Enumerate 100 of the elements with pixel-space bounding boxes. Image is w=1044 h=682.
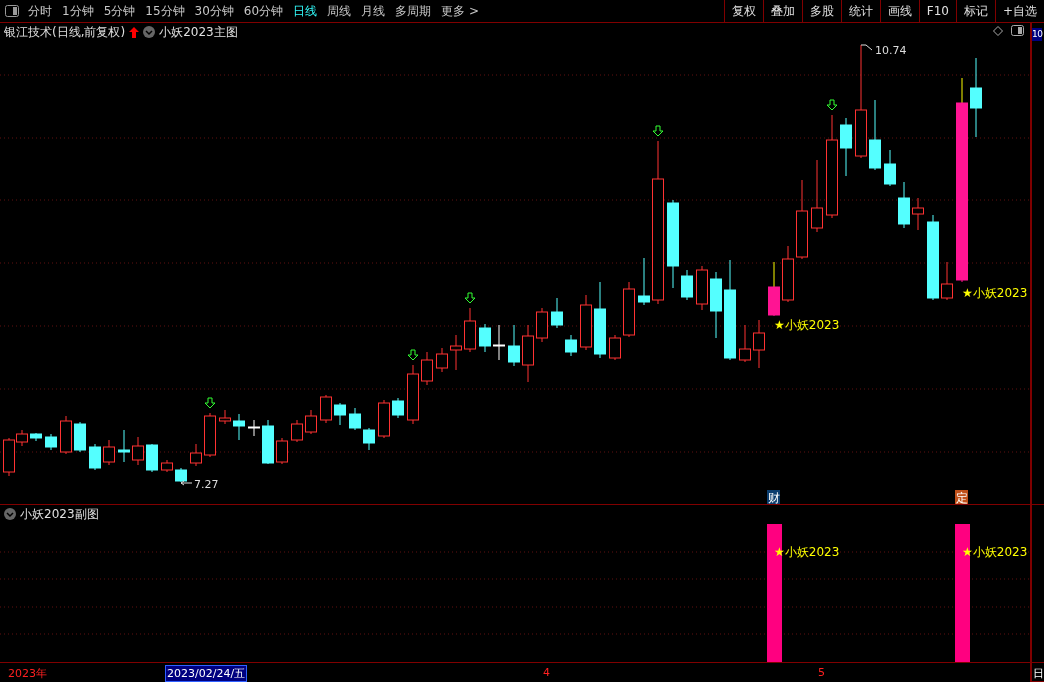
down-arrow-icon xyxy=(826,99,838,111)
panel-toggle-icon[interactable] xyxy=(1011,25,1024,36)
candlestick xyxy=(696,265,708,311)
toolbar-button[interactable]: 复权 xyxy=(723,0,763,22)
candlestick xyxy=(710,271,722,339)
candlestick xyxy=(884,149,896,187)
period-tab[interactable]: 5分钟 xyxy=(98,2,141,20)
candlestick xyxy=(305,409,317,435)
time-axis-label: 2023年 xyxy=(8,666,47,681)
period-tab[interactable]: 更多 > xyxy=(436,2,484,20)
dropdown-icon[interactable] xyxy=(4,508,16,520)
candlestick xyxy=(219,409,231,425)
candlestick xyxy=(898,181,910,229)
candlestick xyxy=(436,347,448,373)
candlestick xyxy=(609,334,621,361)
candlestick xyxy=(464,307,476,353)
candlestick xyxy=(349,407,361,431)
candlestick xyxy=(912,197,924,231)
period-tab[interactable]: 30分钟 xyxy=(189,2,239,20)
low-price-label: 7.27 xyxy=(194,478,219,491)
period-tab[interactable]: 分时 xyxy=(23,2,57,20)
candlestick xyxy=(522,324,534,383)
event-marker[interactable]: 定 xyxy=(955,490,968,504)
down-arrow-icon xyxy=(407,349,419,361)
price-axis-label: 10 xyxy=(1032,28,1043,41)
candlestick xyxy=(941,261,953,301)
period-tab[interactable]: 日线 xyxy=(288,2,323,20)
toolbar-button[interactable]: 叠加 xyxy=(762,0,802,22)
event-marker[interactable]: 财 xyxy=(767,490,780,504)
candlestick xyxy=(378,399,390,439)
time-axis-label: 5 xyxy=(818,666,825,679)
candlestick xyxy=(190,443,202,467)
period-tab[interactable]: 月线 xyxy=(356,2,391,20)
candlestick xyxy=(276,437,288,465)
candlestick xyxy=(869,99,881,171)
candlestick xyxy=(60,415,72,455)
candlestick xyxy=(392,397,404,419)
up-arrow-icon xyxy=(129,26,140,38)
candlestick xyxy=(407,364,419,425)
diamond-icon[interactable] xyxy=(993,25,1003,36)
indicator-name: 小妖2023副图 xyxy=(20,505,99,523)
period-tab[interactable]: 60分钟 xyxy=(238,2,289,20)
candlestick xyxy=(782,245,794,303)
candlestick xyxy=(248,419,260,437)
high-price-label: 10.74 xyxy=(875,44,907,57)
candlestick xyxy=(565,334,577,357)
cursor-date-label: 2023/02/24/五 xyxy=(165,665,248,682)
candlestick xyxy=(681,269,693,301)
axis-corner-label: 日 xyxy=(1032,666,1044,681)
candlestick xyxy=(508,324,520,367)
candlestick xyxy=(493,324,505,361)
candlestick xyxy=(45,433,57,451)
chart-title: 银江技术(日线,前复权) xyxy=(4,23,126,41)
signal-label: ★小妖2023 xyxy=(962,286,1028,300)
candlestick xyxy=(840,117,852,177)
candlestick xyxy=(262,419,274,465)
candlestick xyxy=(421,351,433,386)
dropdown-icon[interactable] xyxy=(143,26,156,38)
period-tab[interactable]: 周线 xyxy=(322,2,357,20)
leader-line xyxy=(180,480,193,486)
time-axis-label: 4 xyxy=(543,666,550,679)
signal-label: ★小妖2023 xyxy=(774,318,840,332)
candlestick xyxy=(334,402,346,426)
down-arrow-icon xyxy=(464,292,476,304)
candlestick xyxy=(753,319,765,369)
candlestick xyxy=(363,427,375,451)
candlestick xyxy=(739,324,751,363)
period-tab[interactable]: 15分钟 xyxy=(140,2,190,20)
down-arrow-icon xyxy=(652,125,664,137)
candlestick xyxy=(204,412,216,458)
candlestick xyxy=(623,281,635,338)
down-arrow-icon xyxy=(204,397,216,409)
candlestick xyxy=(74,421,86,453)
toolbar-button[interactable]: 多股 xyxy=(801,0,841,22)
toolbar-button[interactable]: 标记 xyxy=(955,0,995,22)
toolbar-button[interactable]: 统计 xyxy=(840,0,880,22)
period-tab[interactable]: 多周期 xyxy=(390,2,437,20)
candlestick xyxy=(580,294,592,351)
candlestick xyxy=(146,443,158,473)
candlestick xyxy=(638,257,650,306)
toolbar-button[interactable]: F10 xyxy=(918,0,956,22)
candlestick xyxy=(175,467,187,483)
candlestick xyxy=(551,297,563,329)
candlestick xyxy=(291,419,303,443)
period-tab[interactable]: 1分钟 xyxy=(57,2,99,20)
candlestick xyxy=(103,439,115,466)
candlestick xyxy=(320,394,332,424)
leader-line xyxy=(860,44,873,51)
toolbar-button[interactable]: +自选 xyxy=(994,0,1044,22)
candlestick xyxy=(450,334,462,371)
candlestick xyxy=(536,307,548,343)
candlestick xyxy=(233,413,245,441)
candlestick xyxy=(768,261,780,317)
candlestick xyxy=(161,459,173,473)
toolbar-button[interactable]: 画线 xyxy=(879,0,919,22)
candlestick xyxy=(479,323,491,353)
candlestick xyxy=(132,436,144,466)
candlestick xyxy=(30,432,42,442)
panel-toggle-icon[interactable] xyxy=(5,5,19,17)
indicator-name: 小妖2023主图 xyxy=(159,23,238,41)
